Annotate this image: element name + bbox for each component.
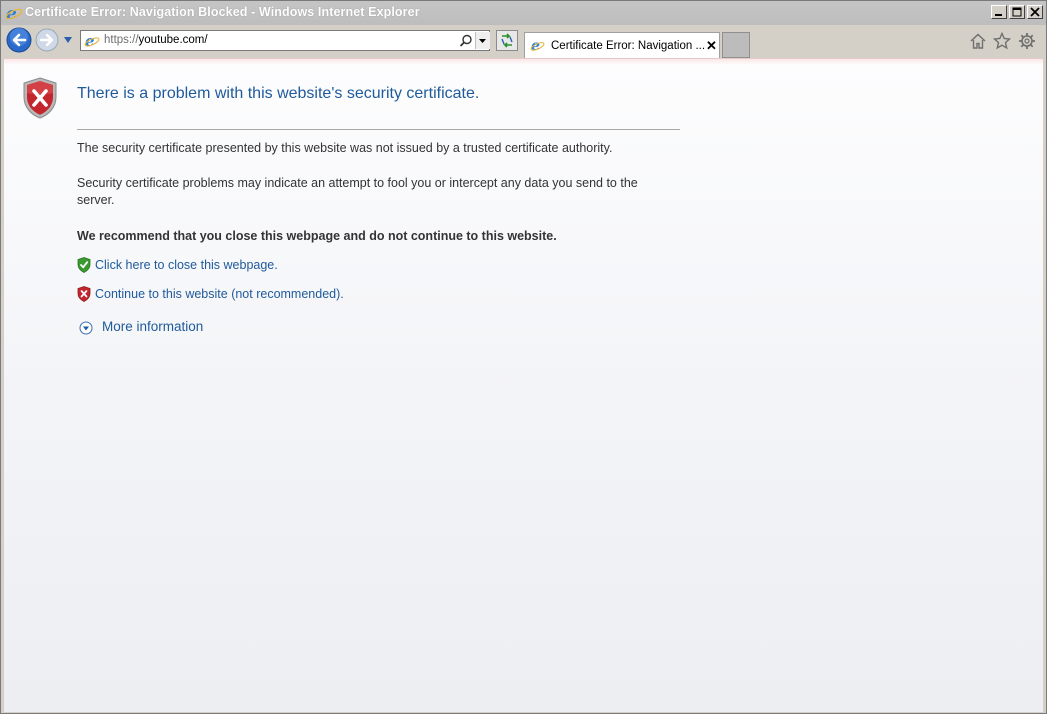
ie-logo-icon: e	[5, 4, 23, 22]
gear-icon[interactable]	[1018, 32, 1036, 50]
maximize-button[interactable]	[1009, 5, 1025, 19]
svg-text:e: e	[85, 33, 95, 49]
ie-logo-icon: e	[530, 38, 545, 53]
back-arrow-icon[interactable]	[6, 27, 32, 53]
address-url[interactable]: https://youtube.com/	[104, 34, 208, 46]
address-bar[interactable]: e https://youtube.com/	[80, 30, 490, 51]
divider	[77, 129, 680, 130]
page-title: There is a problem with this website's s…	[77, 85, 480, 102]
more-information-label: More information	[102, 319, 204, 334]
shield-green-icon	[77, 257, 91, 273]
svg-text:e: e	[6, 4, 17, 22]
page-content: There is a problem with this website's s…	[4, 58, 1043, 712]
refresh-icon	[501, 33, 513, 48]
url-host: youtube.com/	[138, 34, 208, 46]
svg-text:e: e	[531, 38, 540, 53]
tab-close-button[interactable]: ✕	[706, 38, 717, 54]
forward-arrow-icon[interactable]	[35, 28, 59, 52]
tab-certificate-error[interactable]: e Certificate Error: Navigation ... ✕	[524, 32, 720, 58]
chevron-down-icon[interactable]	[63, 36, 73, 44]
address-dropdown-button[interactable]	[475, 32, 490, 49]
new-tab-button[interactable]	[722, 32, 750, 58]
window-controls	[991, 5, 1043, 19]
title-bar[interactable]: e Certificate Error: Navigation Blocked …	[1, 1, 1046, 25]
chevron-down-icon	[479, 39, 486, 43]
ie-logo-icon: e	[84, 33, 100, 49]
browser-window: e Certificate Error: Navigation Blocked …	[0, 0, 1047, 714]
certificate-issue-text: The security certificate presented by th…	[77, 141, 613, 155]
expand-circle-icon	[79, 321, 93, 335]
close-icon	[1030, 7, 1040, 17]
home-icon[interactable]	[969, 32, 987, 50]
shield-red-icon	[77, 286, 91, 302]
close-window-button[interactable]	[1027, 5, 1043, 19]
close-webpage-link[interactable]: Click here to close this webpage.	[95, 258, 278, 272]
content-top-tint	[4, 59, 1043, 65]
favorites-star-icon[interactable]	[993, 32, 1011, 50]
tab-label: Certificate Error: Navigation ...	[551, 40, 706, 52]
window-title: Certificate Error: Navigation Blocked - …	[25, 5, 420, 19]
maximize-icon	[1012, 7, 1022, 17]
url-scheme: https://	[104, 34, 139, 46]
minimize-button[interactable]	[991, 5, 1007, 19]
recommendation-text: We recommend that you close this webpage…	[77, 229, 557, 243]
navigation-toolbar: e https://youtube.com/ e Certificate Err…	[1, 25, 1046, 58]
refresh-button[interactable]	[496, 30, 518, 51]
continue-to-website-link[interactable]: Continue to this website (not recommende…	[95, 287, 344, 301]
minimize-icon	[995, 14, 1002, 16]
shield-error-icon	[23, 77, 57, 119]
search-icon[interactable]	[459, 34, 473, 48]
security-warning-text: Security certificate problems may indica…	[77, 176, 638, 207]
